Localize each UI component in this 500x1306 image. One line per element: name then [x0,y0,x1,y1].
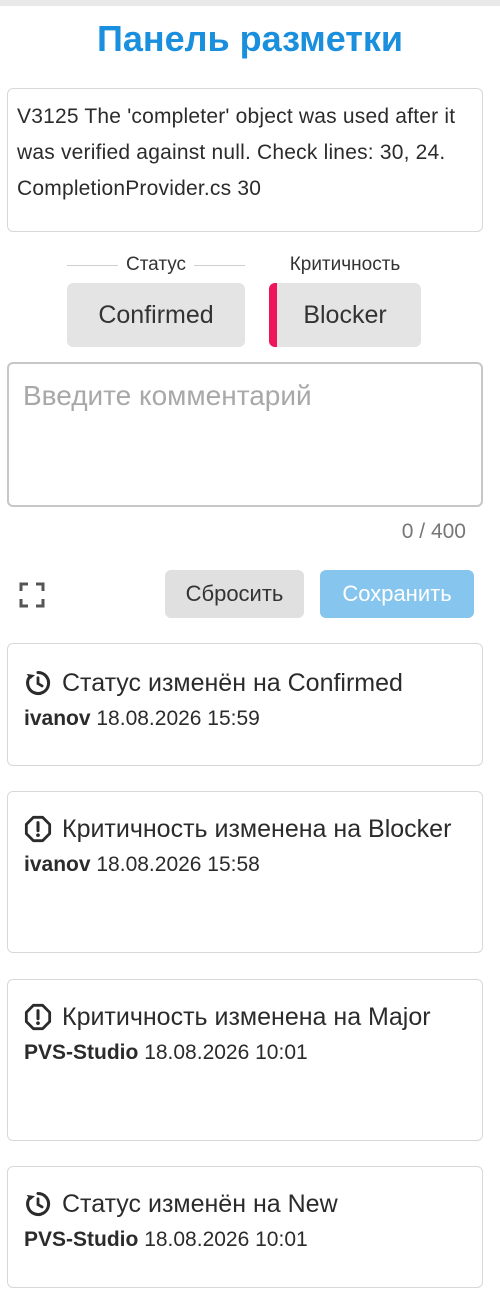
reset-button[interactable]: Сбросить [165,570,304,618]
severity-label: Критичность [269,254,421,276]
history-item-timestamp: 18.08.2026 10:01 [144,1228,308,1251]
history-item-text: Критичность изменена на Blocker [62,815,452,843]
alert-octagon-icon [24,997,54,1037]
comment-input[interactable] [7,362,483,507]
save-button[interactable]: Сохранить [320,570,474,618]
status-group: Статус Confirmed [67,254,245,347]
history-item-text: Статус изменён на New [62,1190,338,1218]
status-chip[interactable]: Confirmed [67,283,245,347]
status-label: Статус [67,254,245,276]
history-item: Статус изменён на New PVS-Studio 18.08.2… [7,1166,483,1288]
severity-chip-label: Blocker [303,300,387,329]
history-item-user: PVS-Studio [24,1041,139,1064]
severity-label-text: Критичность [289,254,401,275]
comment-char-counter: 0 / 400 [401,520,466,543]
history-item-timestamp: 18.08.2026 10:01 [144,1041,308,1064]
history-item-user: PVS-Studio [24,1228,139,1251]
status-label-text: Статус [125,254,187,275]
history-item: Критичность изменена на Blocker ivanov 1… [7,791,483,953]
divider [67,264,118,266]
history-item-text: Статус изменён на Confirmed [62,669,403,697]
top-bar [0,0,500,6]
warning-message: V3125 The 'completer' object was used af… [7,88,483,232]
panel-title: Панель разметки [96,18,404,59]
alert-octagon-icon [24,809,54,849]
history-item-text: Критичность изменена на Major [62,1003,431,1031]
history-icon [24,663,54,703]
history-item-user: ivanov [24,853,91,876]
history-item-user: ivanov [24,707,91,730]
divider [194,264,245,266]
history-item: Статус изменён на Confirmed ivanov 18.08… [7,643,483,766]
history-icon [24,1184,54,1224]
severity-chip[interactable]: Blocker [269,283,421,347]
expand-icon[interactable] [19,582,45,608]
history-item-timestamp: 18.08.2026 15:58 [96,853,260,876]
history-item-timestamp: 18.08.2026 15:59 [96,707,260,730]
severity-group: Критичность Blocker [269,254,421,347]
history-item: Критичность изменена на Major PVS-Studio… [7,979,483,1141]
